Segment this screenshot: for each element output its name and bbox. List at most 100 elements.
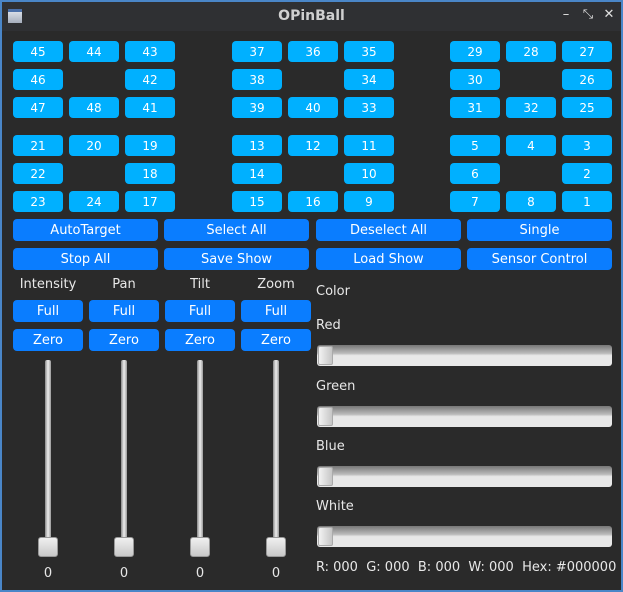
target-button-7[interactable]: 7 (450, 191, 500, 212)
action-load-show-button[interactable]: Load Show (316, 248, 461, 270)
pan-full-button[interactable]: Full (89, 300, 159, 322)
pan-label: Pan (112, 277, 136, 292)
action-select-all-button[interactable]: Select All (164, 219, 309, 241)
close-button[interactable]: ✕ (602, 7, 616, 22)
target-button-22[interactable]: 22 (13, 163, 63, 184)
target-button-44[interactable]: 44 (69, 41, 119, 62)
tilt-value: 0 (195, 566, 205, 581)
title-bar: OPinBall – ⤡ ✕ (2, 2, 621, 31)
target-button-40[interactable]: 40 (288, 97, 338, 118)
action-sensor-control-button[interactable]: Sensor Control (467, 248, 612, 270)
target-button-29[interactable]: 29 (450, 41, 500, 62)
target-button-45[interactable]: 45 (13, 41, 63, 62)
target-button-35[interactable]: 35 (344, 41, 394, 62)
green-label: Green (316, 379, 356, 394)
pan-value: 0 (119, 566, 129, 581)
target-button-19[interactable]: 19 (125, 135, 175, 156)
intensity-value: 0 (43, 566, 53, 581)
target-button-38[interactable]: 38 (232, 69, 282, 90)
target-button-32[interactable]: 32 (506, 97, 556, 118)
zoom-value: 0 (271, 566, 281, 581)
action-autotarget-button[interactable]: AutoTarget (13, 219, 158, 241)
target-button-9[interactable]: 9 (344, 191, 394, 212)
target-button-17[interactable]: 17 (125, 191, 175, 212)
pan-slider-handle[interactable] (114, 537, 134, 557)
target-button-4[interactable]: 4 (506, 135, 556, 156)
white-label: White (316, 499, 354, 514)
target-button-12[interactable]: 12 (288, 135, 338, 156)
target-button-25[interactable]: 25 (562, 97, 612, 118)
target-button-37[interactable]: 37 (232, 41, 282, 62)
zoom-zero-button[interactable]: Zero (241, 329, 311, 351)
target-button-23[interactable]: 23 (13, 191, 63, 212)
intensity-slider-handle[interactable] (38, 537, 58, 557)
zoom-slider[interactable] (273, 360, 279, 548)
color-title: Color (316, 284, 350, 299)
target-button-28[interactable]: 28 (506, 41, 556, 62)
white-slider[interactable] (317, 526, 612, 547)
target-button-21[interactable]: 21 (13, 135, 63, 156)
target-button-13[interactable]: 13 (232, 135, 282, 156)
white-slider-handle[interactable] (318, 527, 333, 546)
tilt-label: Tilt (190, 277, 210, 292)
color-status: R: 000 G: 000 B: 000 W: 000 Hex: #000000 (316, 560, 617, 575)
target-button-42[interactable]: 42 (125, 69, 175, 90)
action-deselect-all-button[interactable]: Deselect All (316, 219, 461, 241)
intensity-label: Intensity (19, 277, 77, 292)
action-single-button[interactable]: Single (467, 219, 612, 241)
target-button-47[interactable]: 47 (13, 97, 63, 118)
tilt-full-button[interactable]: Full (165, 300, 235, 322)
target-button-10[interactable]: 10 (344, 163, 394, 184)
target-button-43[interactable]: 43 (125, 41, 175, 62)
pan-slider[interactable] (121, 360, 127, 548)
target-button-27[interactable]: 27 (562, 41, 612, 62)
target-button-41[interactable]: 41 (125, 97, 175, 118)
target-button-46[interactable]: 46 (13, 69, 63, 90)
target-button-5[interactable]: 5 (450, 135, 500, 156)
target-button-15[interactable]: 15 (232, 191, 282, 212)
red-label: Red (316, 318, 341, 333)
target-button-14[interactable]: 14 (232, 163, 282, 184)
action-stop-all-button[interactable]: Stop All (13, 248, 158, 270)
target-button-18[interactable]: 18 (125, 163, 175, 184)
maximize-button[interactable]: ⤡ (581, 7, 595, 22)
red-slider-handle[interactable] (318, 346, 333, 365)
blue-slider[interactable] (317, 466, 612, 487)
window-title: OPinBall (278, 8, 345, 24)
target-button-6[interactable]: 6 (450, 163, 500, 184)
action-save-show-button[interactable]: Save Show (164, 248, 309, 270)
main-window: OPinBall – ⤡ ✕ 45 44 43 37 36 35 29 28 27 46 42 38 3… (1, 1, 622, 591)
target-button-1[interactable]: 1 (562, 191, 612, 212)
target-button-39[interactable]: 39 (232, 97, 282, 118)
pan-zero-button[interactable]: Zero (89, 329, 159, 351)
target-button-16[interactable]: 16 (288, 191, 338, 212)
zoom-slider-handle[interactable] (266, 537, 286, 557)
intensity-slider[interactable] (45, 360, 51, 548)
target-button-24[interactable]: 24 (69, 191, 119, 212)
red-slider[interactable] (317, 345, 612, 366)
target-button-34[interactable]: 34 (344, 69, 394, 90)
target-button-30[interactable]: 30 (450, 69, 500, 90)
target-button-48[interactable]: 48 (69, 97, 119, 118)
blue-slider-handle[interactable] (318, 467, 333, 486)
green-slider-handle[interactable] (318, 407, 333, 426)
blue-label: Blue (316, 439, 345, 454)
tilt-slider-handle[interactable] (190, 537, 210, 557)
tilt-slider[interactable] (197, 360, 203, 548)
intensity-full-button[interactable]: Full (13, 300, 83, 322)
green-slider[interactable] (317, 406, 612, 427)
target-button-36[interactable]: 36 (288, 41, 338, 62)
target-button-8[interactable]: 8 (506, 191, 556, 212)
target-button-33[interactable]: 33 (344, 97, 394, 118)
target-button-31[interactable]: 31 (450, 97, 500, 118)
target-button-26[interactable]: 26 (562, 69, 612, 90)
zoom-label: Zoom (257, 277, 295, 292)
target-button-3[interactable]: 3 (562, 135, 612, 156)
target-button-20[interactable]: 20 (69, 135, 119, 156)
target-button-2[interactable]: 2 (562, 163, 612, 184)
target-button-11[interactable]: 11 (344, 135, 394, 156)
zoom-full-button[interactable]: Full (241, 300, 311, 322)
tilt-zero-button[interactable]: Zero (165, 329, 235, 351)
intensity-zero-button[interactable]: Zero (13, 329, 83, 351)
minimize-button[interactable]: – (559, 7, 573, 22)
